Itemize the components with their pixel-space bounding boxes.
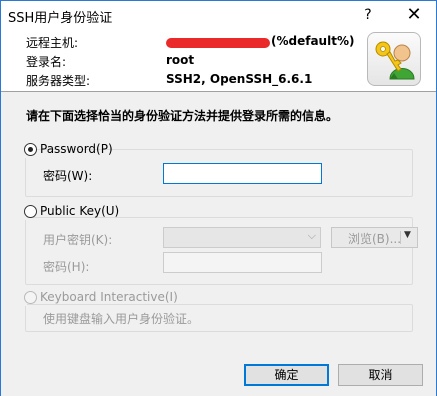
help-icon: ? bbox=[364, 7, 372, 23]
host-label: 远程主机: bbox=[26, 36, 79, 50]
password-radio-indicator[interactable] bbox=[24, 143, 37, 156]
help-button[interactable]: ? bbox=[346, 1, 390, 29]
key-user-icon bbox=[367, 32, 421, 86]
public-key-radio[interactable]: Public Key(U) bbox=[24, 204, 119, 220]
instruction-text: 请在下面选择恰当的身份验证方法并提供登录所需的信息。 bbox=[26, 109, 339, 123]
browse-button[interactable]: 浏览(B)... ▼ bbox=[331, 227, 418, 248]
keyboard-interactive-hint: 使用键盘输入用户身份验证。 bbox=[43, 312, 200, 326]
browse-label: 浏览(B)... bbox=[348, 232, 402, 246]
password-radio[interactable]: Password(P) bbox=[24, 142, 113, 158]
passphrase-input[interactable] bbox=[163, 252, 322, 273]
keyboard-interactive-radio-indicator[interactable] bbox=[24, 291, 37, 304]
passphrase-label: 密码(H): bbox=[43, 260, 90, 274]
dropdown-arrow-icon[interactable]: ▼ bbox=[404, 230, 411, 240]
user-key-label: 用户密钥(K): bbox=[43, 233, 113, 247]
title-bar[interactable]: SSH用户身份验证 ? ✕ bbox=[1, 1, 436, 29]
keyboard-interactive-label: Keyboard Interactive(I) bbox=[40, 290, 178, 304]
redacted-host bbox=[166, 38, 270, 48]
user-key-select[interactable]: ⌵ bbox=[163, 227, 321, 248]
close-icon: ✕ bbox=[406, 4, 422, 25]
connection-info: 远程主机: (%default%) 登录名: root 服务器类型: SSH2,… bbox=[1, 29, 436, 91]
chevron-down-icon: ⌵ bbox=[307, 229, 316, 242]
auth-body: 请在下面选择恰当的身份验证方法并提供登录所需的信息。 Password(P) 密… bbox=[1, 91, 436, 396]
ssh-auth-dialog: SSH用户身份验证 ? ✕ 远程主机: (%default%) 登录名: roo… bbox=[0, 0, 437, 396]
cancel-button[interactable]: 取消 bbox=[338, 364, 423, 386]
server-type-label: 服务器类型: bbox=[26, 74, 91, 88]
password-radio-label: Password(P) bbox=[40, 142, 113, 156]
close-button[interactable]: ✕ bbox=[392, 1, 436, 29]
keyboard-interactive-radio[interactable]: Keyboard Interactive(I) bbox=[24, 290, 178, 306]
ok-button[interactable]: 确定 bbox=[244, 364, 329, 386]
public-key-radio-label: Public Key(U) bbox=[40, 204, 120, 218]
user-label: 登录名: bbox=[26, 55, 67, 69]
window-title: SSH用户身份验证 bbox=[8, 11, 113, 26]
public-key-radio-indicator[interactable] bbox=[24, 205, 37, 218]
host-value-suffix: (%default%) bbox=[271, 34, 355, 48]
browse-divider bbox=[400, 231, 401, 244]
server-type-value: SSH2, OpenSSH_6.6.1 bbox=[166, 72, 313, 86]
user-value: root bbox=[166, 53, 195, 67]
password-input[interactable] bbox=[163, 163, 322, 184]
password-field-label: 密码(W): bbox=[43, 169, 93, 183]
